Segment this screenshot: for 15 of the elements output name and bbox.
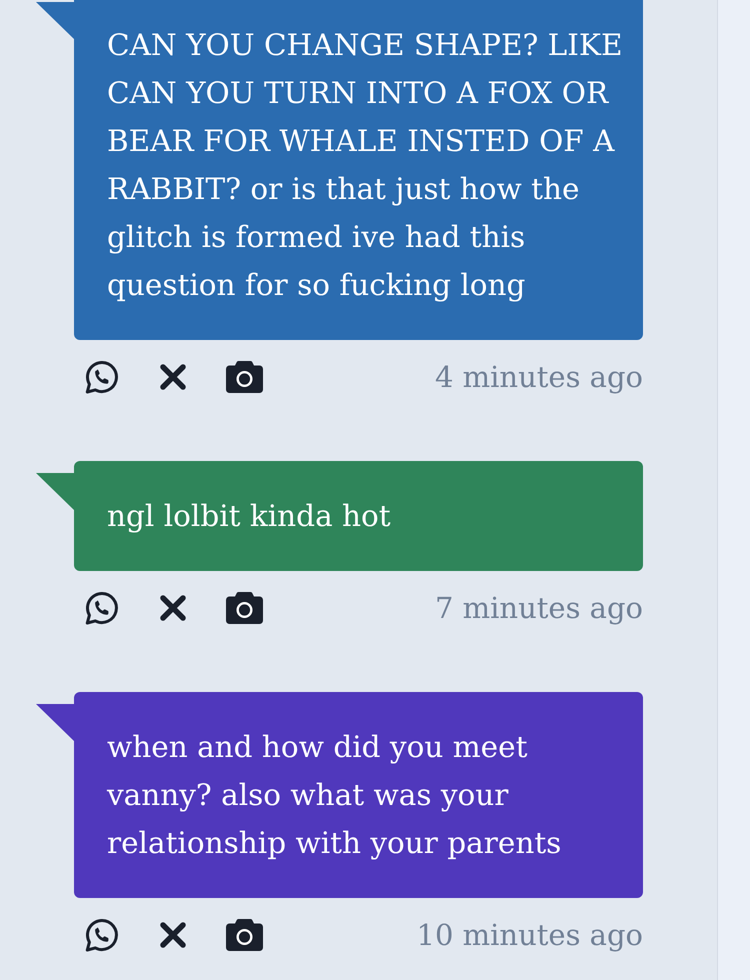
timestamp: 4 minutes ago: [434, 359, 643, 396]
message-text: ngl lolbit kinda hot: [107, 498, 392, 535]
chat-phone-icon[interactable]: [84, 917, 120, 953]
timestamp: 7 minutes ago: [434, 590, 643, 627]
timestamp: 10 minutes ago: [416, 917, 643, 954]
camera-icon[interactable]: [226, 592, 263, 624]
close-icon[interactable]: [159, 594, 187, 622]
close-icon[interactable]: [159, 921, 187, 949]
close-icon[interactable]: [159, 363, 187, 391]
camera-icon[interactable]: [226, 919, 263, 951]
message-text: when and how did you meet vanny? also what was your relationship with your parents: [107, 729, 562, 862]
camera-icon[interactable]: [226, 361, 263, 393]
message-text: CAN YOU CHANGE SHAPE? LIKE CAN YOU TURN INTO A FOX OR BEAR FOR WHALE INSTED OF A RABBIT? or is that just how the glitch is formed ive had this question for so fucking long: [107, 27, 624, 304]
chat-phone-icon[interactable]: [84, 359, 120, 395]
chat-phone-icon[interactable]: [84, 590, 120, 626]
